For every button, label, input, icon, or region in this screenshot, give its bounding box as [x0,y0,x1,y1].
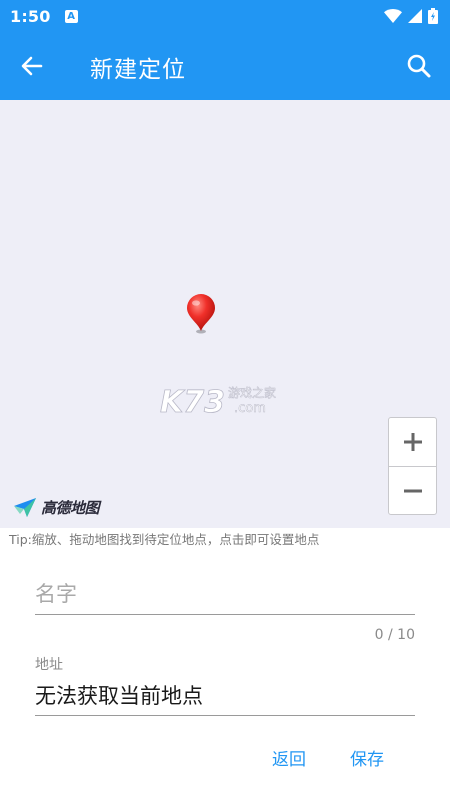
status-time: 1:50 [10,6,51,26]
k73-watermark: K73 游戏之家 .com [160,385,277,420]
address-value: 无法获取当前地点 [35,684,203,708]
signal-icon [408,9,422,23]
name-char-counter: 0 / 10 [374,627,415,643]
arrow-left-icon [21,56,43,76]
status-bar: 1:50 A [0,0,450,32]
battery-icon [428,8,438,24]
status-icons [384,8,438,24]
watermark-main: K73 [160,385,225,420]
map-provider-name: 高德地图 [41,498,100,517]
app-bar: 1:50 A 新建定位 [0,0,450,100]
wifi-icon [384,9,402,23]
zoom-controls [388,417,437,515]
back-button[interactable] [18,52,46,80]
save-button[interactable]: 保存 [350,745,384,770]
map-pin-icon[interactable] [184,293,218,335]
amap-logo-icon [14,498,36,517]
watermark-sub-bottom: .com [234,401,266,416]
address-label: 地址 [35,657,63,673]
plus-icon [403,433,422,451]
name-input[interactable] [35,575,415,613]
map-tip: Tip:缩放、拖动地图找到待定位地点，点击即可设置地点 [9,532,320,547]
back-text-button[interactable]: 返回 [272,745,306,770]
map-view[interactable]: K73 游戏之家 .com 高德地图 [0,100,450,528]
search-icon [407,54,431,78]
zoom-out-button[interactable] [389,466,436,514]
minus-icon [403,489,422,492]
map-provider-logo: 高德地图 [12,496,100,518]
search-button[interactable] [404,51,434,81]
name-field[interactable] [35,575,415,615]
zoom-in-button[interactable] [389,418,436,466]
notification-icon: A [64,9,78,23]
toolbar: 新建定位 [0,32,450,100]
page-title: 新建定位 [90,57,186,83]
watermark-sub-top: 游戏之家 [228,385,276,400]
address-field[interactable]: 无法获取当前地点 [35,677,415,716]
